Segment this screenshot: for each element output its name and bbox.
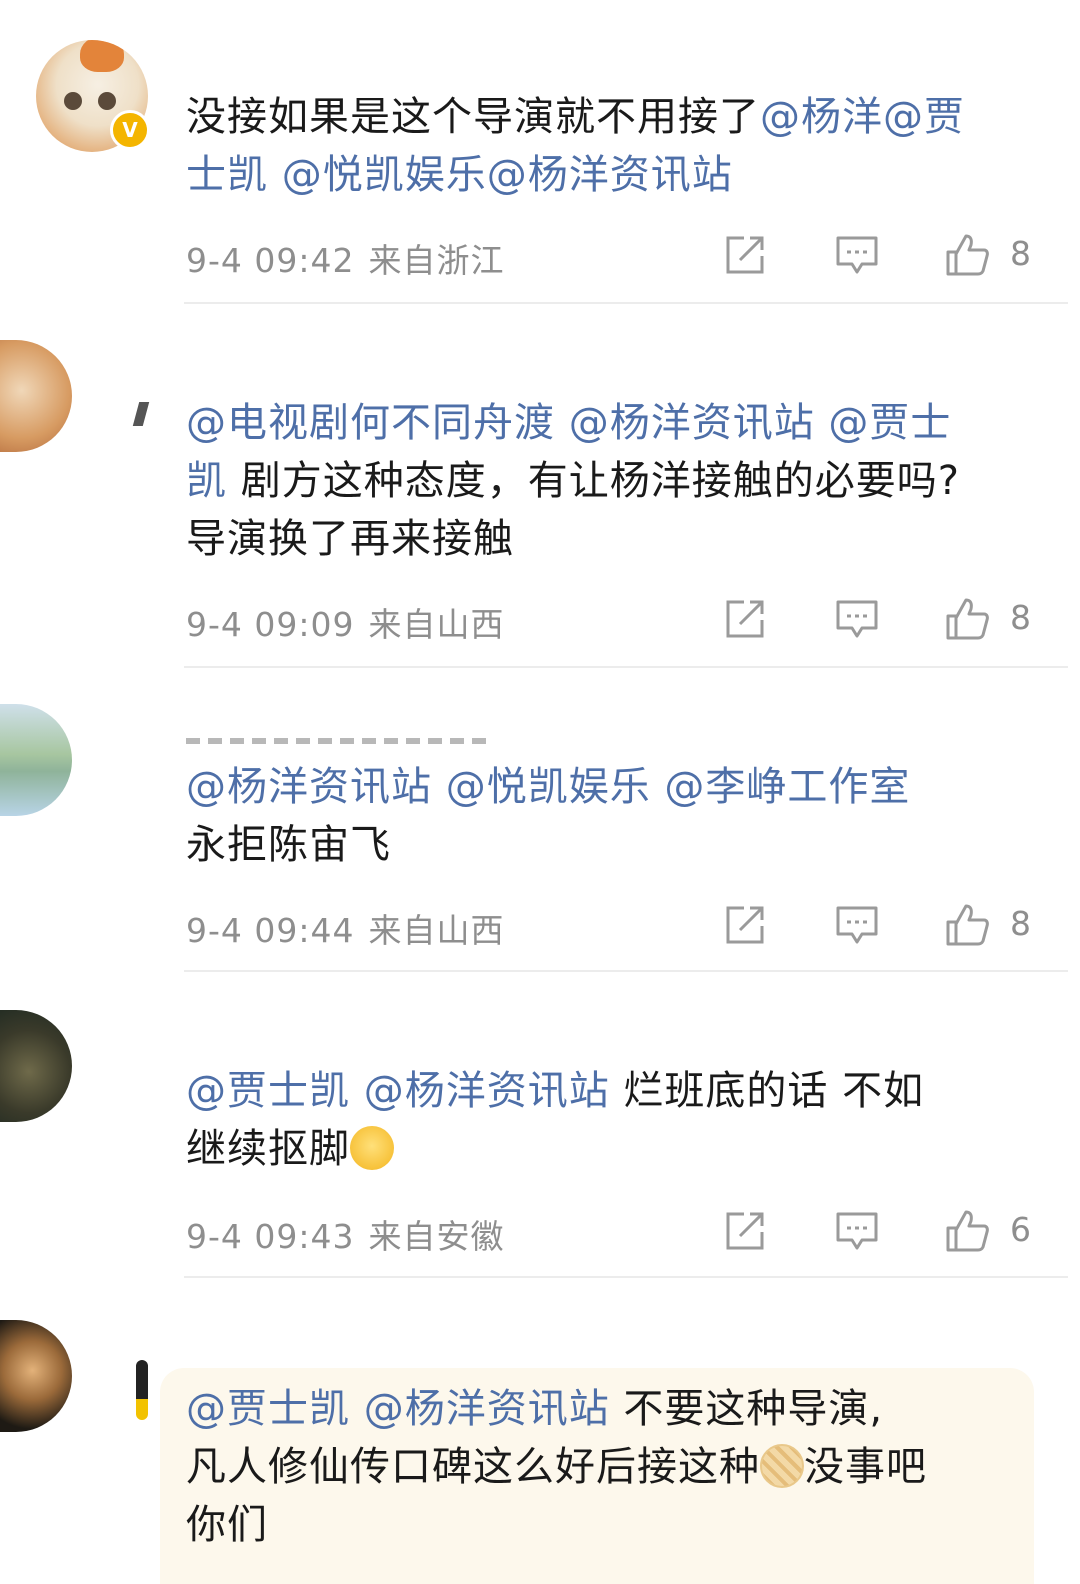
comment-location: 来自安徽 (368, 1217, 505, 1256)
comment-text: @电视剧何不同舟渡 @杨洋资讯站 @贾士 凯 剧方这种态度，有让杨洋接触的必要吗… (186, 394, 1046, 568)
comment-body: 凡人修仙传口碑这么好后接这种 (186, 1444, 760, 1490)
avatar[interactable] (0, 340, 72, 452)
avatar-fragment (132, 402, 150, 426)
comment-time: 9-4 09:42 (186, 241, 355, 280)
mention-link[interactable]: @杨洋资讯站 @悦凯娱乐 @李峥工作室 (186, 764, 910, 810)
comment-body: 没事吧 (804, 1444, 927, 1490)
thinking-face-emoji (350, 1126, 394, 1170)
comment-body: 剧方这种态度，有让杨洋接触的必要吗? (227, 458, 960, 504)
divider (184, 1276, 1068, 1278)
mention-link[interactable]: @贾士凯 @杨洋资讯站 (186, 1068, 610, 1114)
comment-icon[interactable] (834, 1208, 880, 1254)
avatar[interactable] (0, 1010, 72, 1122)
comment-body: 导演换了再来接触 (186, 516, 514, 562)
mention-link[interactable]: @电视剧何不同舟渡 @杨洋资讯站 @贾士 (186, 400, 951, 446)
comment-actions: 8 (720, 232, 1040, 282)
comment-icon[interactable] (834, 596, 880, 642)
avatar-eye (98, 92, 116, 110)
comment-body: 继续抠脚 (186, 1126, 350, 1172)
comment-time: 9-4 09:43 (186, 1217, 355, 1256)
comment-body: 烂班底的话 不如 (609, 1068, 925, 1114)
comment-actions: 8 (720, 902, 1040, 952)
comment-meta: 9-4 09:43 来自安徽 (186, 1210, 505, 1258)
like-count: 8 (1010, 234, 1031, 273)
avatar[interactable] (0, 704, 72, 816)
comment-meta: 9-4 09:44 来自山西 (186, 904, 505, 952)
avatar-fragment (136, 1360, 148, 1420)
divider (184, 666, 1068, 668)
like-icon[interactable] (944, 596, 990, 642)
share-icon[interactable] (722, 902, 768, 948)
like-count: 8 (1010, 598, 1031, 637)
comment-location: 来自浙江 (368, 241, 505, 280)
mention-link[interactable]: @杨洋@贾 (760, 94, 965, 140)
comment-time: 9-4 09:09 (186, 605, 355, 644)
avatar[interactable] (0, 1320, 72, 1432)
comment-actions: 8 (720, 596, 1040, 646)
comment-text: 没接如果是这个导演就不用接了@杨洋@贾 士凯 @悦凯娱乐@杨洋资讯站 (186, 88, 1046, 204)
comment-body: 不要这种导演, (609, 1386, 884, 1432)
mention-link[interactable]: @贾士凯 @杨洋资讯站 (186, 1386, 610, 1432)
mention-link[interactable]: 士凯 @悦凯娱乐@杨洋资讯站 (186, 152, 733, 198)
comment-text: @贾士凯 @杨洋资讯站 不要这种导演, 凡人修仙传口碑这么好后接这种 没事吧 你们 (186, 1380, 1046, 1554)
comment-text: @贾士凯 @杨洋资讯站 烂班底的话 不如 继续抠脚 (186, 1062, 1046, 1178)
comment-body: 你们 (186, 1502, 268, 1548)
comment-meta: 9-4 09:09 来自山西 (186, 598, 505, 646)
like-icon[interactable] (944, 902, 990, 948)
avatar-eye (64, 92, 82, 110)
like-icon[interactable] (944, 1208, 990, 1254)
partial-username (186, 738, 486, 744)
verified-badge-icon: V (110, 110, 150, 150)
comment-actions: 6 (720, 1208, 1040, 1258)
avatar-ear (80, 40, 124, 72)
comment-icon[interactable] (834, 902, 880, 948)
comment-body: 没接如果是这个导演就不用接了 (186, 94, 760, 140)
like-count: 6 (1010, 1210, 1031, 1249)
divider (184, 970, 1068, 972)
divider (184, 302, 1068, 304)
mention-link[interactable]: 凯 (186, 458, 227, 504)
comment-text: @杨洋资讯站 @悦凯娱乐 @李峥工作室 永拒陈宙飞 (186, 758, 1046, 874)
share-icon[interactable] (722, 596, 768, 642)
comment-meta: 9-4 09:42 来自浙江 (186, 234, 505, 282)
comment-list: V 没接如果是这个导演就不用接了@杨洋@贾 士凯 @悦凯娱乐@杨洋资讯站 9-4… (0, 0, 1080, 1584)
share-icon[interactable] (722, 1208, 768, 1254)
like-icon[interactable] (944, 232, 990, 278)
biscuit-emoji (760, 1444, 804, 1488)
share-icon[interactable] (722, 232, 768, 278)
comment-body: 永拒陈宙飞 (186, 822, 391, 868)
like-count: 8 (1010, 904, 1031, 943)
comment-location: 来自山西 (368, 911, 505, 950)
comment-location: 来自山西 (368, 605, 505, 644)
comment-time: 9-4 09:44 (186, 911, 355, 950)
comment-icon[interactable] (834, 232, 880, 278)
